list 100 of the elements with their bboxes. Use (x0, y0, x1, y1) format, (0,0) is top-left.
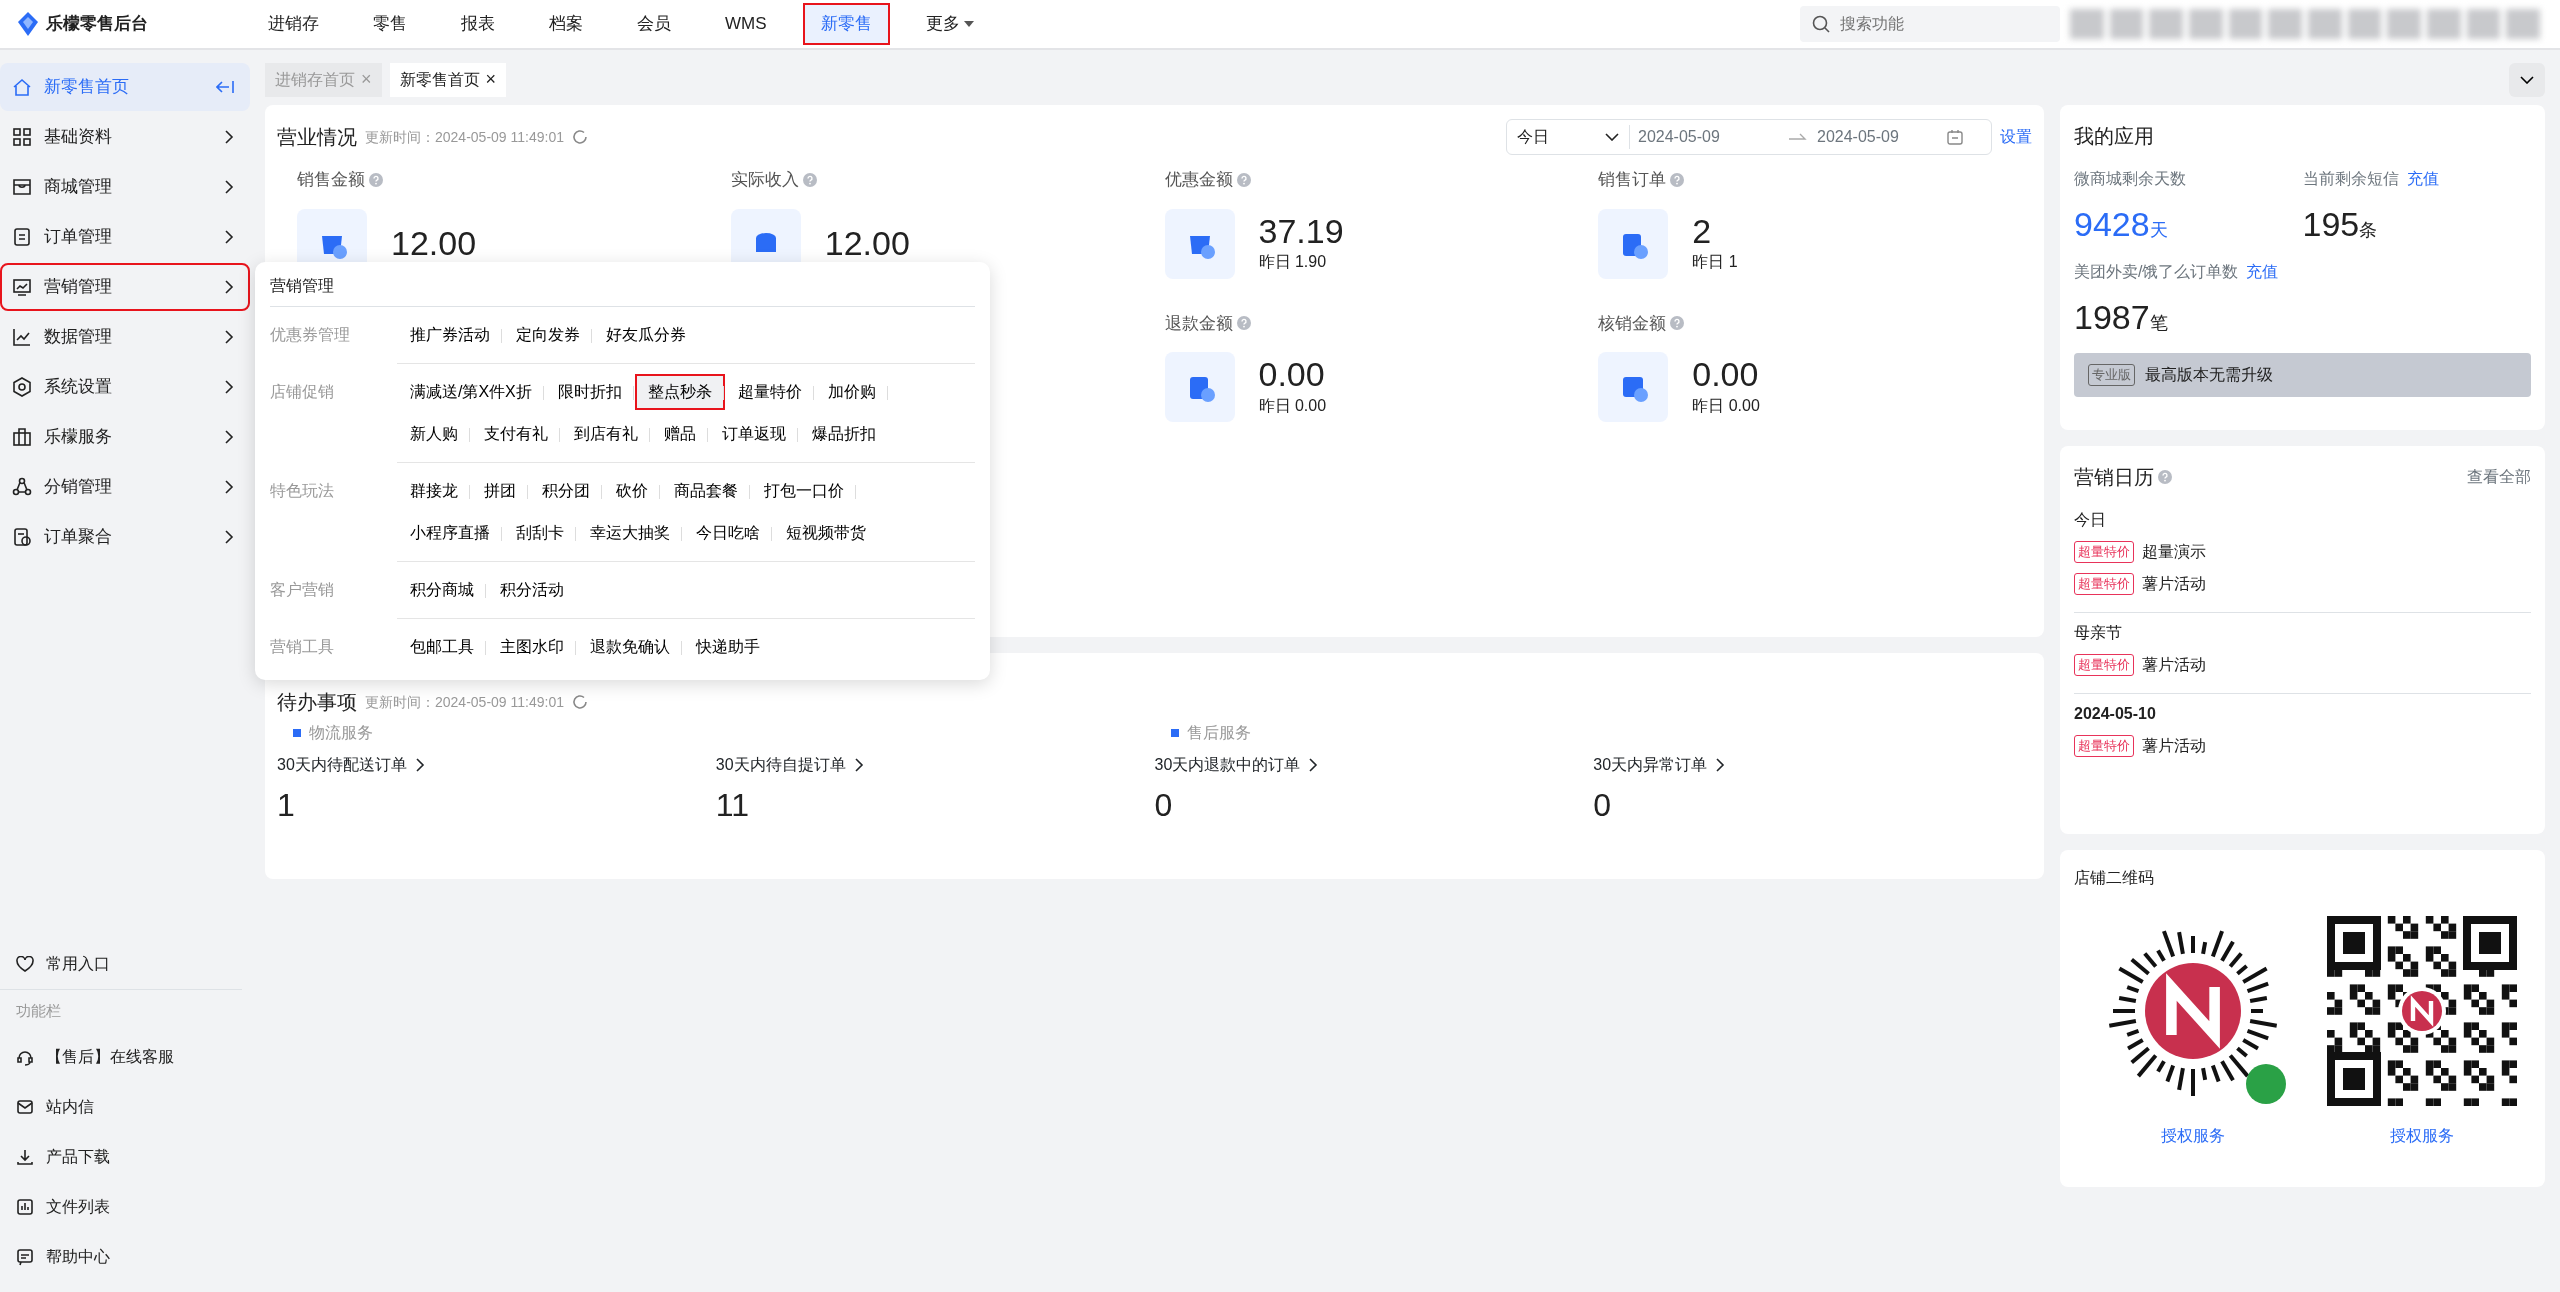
stat-icon (1598, 352, 1669, 422)
nav-tab[interactable]: 更多 (907, 3, 992, 45)
sidebar-link[interactable]: 【售后】在线客服 (0, 1032, 250, 1082)
page-tab[interactable]: 新零售首页 × (389, 62, 507, 97)
menu-item[interactable]: 定向发券 (503, 317, 593, 353)
plan-text: 最高版本无需升级 (2145, 365, 2273, 385)
menu-item[interactable]: 赠品 (651, 416, 709, 452)
chevron-right-icon (224, 529, 234, 545)
menu-item[interactable]: 到店有礼 (561, 416, 651, 452)
menu-item[interactable]: 好友瓜分券 (593, 317, 699, 353)
metric-unit: 天 (2149, 219, 2168, 242)
menu-item[interactable]: 整点秒杀 (634, 374, 725, 410)
menu-group-label: 特色玩法 (270, 481, 335, 501)
menu-item[interactable]: 砍价 (603, 473, 661, 509)
square-icon (1170, 729, 1179, 737)
menu-item[interactable]: 群接龙 (397, 473, 471, 509)
gear-icon (12, 377, 32, 397)
menu-group-label: 店铺促销 (270, 382, 335, 402)
event-name[interactable]: 薯片活动 (2142, 734, 2206, 758)
sidebar-item[interactable]: 系统设置 (0, 363, 250, 411)
menu-item[interactable]: 超量特价 (724, 374, 815, 410)
menu-item[interactable]: 打包一口价 (751, 473, 857, 509)
pending-link[interactable]: 30天内异常订单 (1593, 753, 1726, 777)
sidebar-item[interactable]: 订单管理 (0, 213, 250, 261)
sidebar-item[interactable]: 订单聚合 (0, 513, 250, 561)
menu-item[interactable]: 快递助手 (683, 629, 773, 665)
menu-item[interactable]: 推广券活动 (397, 317, 503, 353)
menu-item[interactable]: 主图水印 (487, 629, 577, 665)
settings-link[interactable]: 设置 (2000, 125, 2032, 149)
menu-item[interactable]: 爆品折扣 (799, 416, 889, 452)
authorize-link[interactable]: 授权服务 (2161, 1124, 2226, 1148)
menu-item[interactable]: 退款免确认 (577, 629, 683, 665)
nav-tab[interactable]: 进销存 (250, 3, 337, 45)
date-range-picker[interactable]: 今日 2024-05-09 2024-05-09 (1506, 119, 1992, 155)
sidebar-link[interactable]: 产品下载 (0, 1132, 250, 1182)
chevron-right-icon (224, 479, 234, 495)
menu-item[interactable]: 加价购 (814, 374, 889, 410)
nav-tab[interactable]: 档案 (531, 3, 601, 45)
help-icon (1236, 316, 1251, 331)
menu-item[interactable]: 积分商城 (397, 572, 487, 608)
menu-item[interactable]: 商品套餐 (661, 473, 751, 509)
chevron-right-icon (224, 129, 234, 145)
menu-item[interactable]: 积分团 (529, 473, 603, 509)
tabs-menu-button[interactable] (2509, 62, 2545, 97)
sidebar-item[interactable]: 乐檬服务 (0, 413, 250, 461)
event-name[interactable]: 薯片活动 (2142, 572, 2206, 596)
stat-label: 实际收入 (730, 169, 799, 191)
chevron-right-icon (1715, 757, 1726, 773)
menu-item[interactable]: 小程序直播 (397, 515, 503, 551)
event-name[interactable]: 薯片活动 (2142, 653, 2206, 677)
menu-item[interactable]: 支付有礼 (471, 416, 561, 452)
favorites-item[interactable]: 常用入口 (0, 939, 242, 990)
sidebar-item[interactable]: 商城管理 (0, 163, 250, 211)
authorize-link[interactable]: 授权服务 (2389, 1124, 2454, 1148)
menu-item[interactable]: 刮刮卡 (503, 515, 577, 551)
pending-link[interactable]: 30天内退款中的订单 (1154, 753, 1319, 777)
stat-label: 销售订单 (1598, 169, 1667, 191)
menu-item[interactable]: 今日吃啥 (683, 515, 773, 551)
sidebar-item[interactable]: 分销管理 (0, 463, 250, 511)
menu-item[interactable]: 包邮工具 (397, 629, 487, 665)
menu-item[interactable]: 短视频带货 (773, 515, 879, 551)
refresh-icon[interactable] (571, 129, 588, 145)
menu-item[interactable]: 拼团 (471, 473, 529, 509)
event-name[interactable]: 超量演示 (2142, 540, 2206, 564)
nav-tab[interactable]: WMS (707, 3, 785, 45)
sidebar-link[interactable]: 文件列表 (0, 1182, 250, 1232)
menu-item[interactable]: 新人购 (397, 416, 471, 452)
heart-icon (16, 956, 34, 972)
sidebar-link[interactable]: 帮助中心 (0, 1232, 250, 1282)
collapse-icon[interactable] (216, 80, 234, 94)
menu-item[interactable]: 满减送/第X件X折 (397, 374, 545, 410)
chevron-right-icon (224, 229, 234, 245)
sidebar-item[interactable]: 营销管理 (0, 263, 250, 311)
sidebar-item[interactable]: 新零售首页 (0, 63, 250, 111)
metric-unit: 条 (2359, 220, 2378, 242)
pending-count: 11 (715, 786, 750, 825)
sidebar-link[interactable]: 站内信 (0, 1082, 250, 1132)
pending-link[interactable]: 30天内待自提订单 (715, 753, 864, 777)
menu-item[interactable]: 积分活动 (487, 572, 577, 608)
nav-tab[interactable]: 报表 (443, 3, 513, 45)
search-field[interactable]: 搜索功能 (1800, 6, 2060, 42)
card-title: 营业情况 (277, 125, 357, 150)
menu-item[interactable]: 限时折扣 (544, 374, 635, 410)
menu-item[interactable]: 幸运大抽奖 (577, 515, 683, 551)
briefcase-icon (12, 427, 32, 447)
nav-tab[interactable]: 会员 (619, 3, 689, 45)
nav-tab[interactable]: 新零售 (802, 3, 890, 45)
recharge-link[interactable]: 充值 (2406, 167, 2439, 191)
receipt-icon (12, 527, 32, 547)
stat-icon (1164, 208, 1235, 279)
menu-item[interactable]: 订单返现 (709, 416, 799, 452)
sidebar-item[interactable]: 数据管理 (0, 313, 250, 361)
metric-value: 195 (2302, 204, 2360, 245)
pending-count: 1 (277, 786, 296, 825)
view-all-link[interactable]: 查看全部 (2467, 465, 2531, 489)
sidebar-item[interactable]: 基础资料 (0, 113, 250, 161)
nav-tab[interactable]: 零售 (355, 3, 425, 45)
recharge-link[interactable]: 充值 (2246, 260, 2279, 284)
refresh-icon[interactable] (571, 694, 588, 710)
pending-link[interactable]: 30天内待配送订单 (277, 753, 425, 777)
